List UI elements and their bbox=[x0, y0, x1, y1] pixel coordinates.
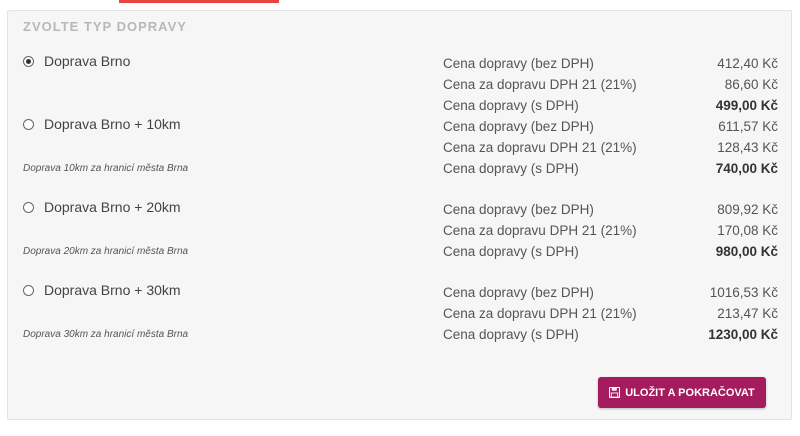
price-breakdown: Cena dopravy (bez DPH) 809,92 Kč Cena za… bbox=[443, 199, 778, 262]
price-label: Cena dopravy (s DPH) bbox=[443, 98, 579, 113]
price-value: 128,43 Kč bbox=[717, 140, 778, 155]
price-label: Cena dopravy (s DPH) bbox=[443, 161, 579, 176]
radio-button[interactable] bbox=[23, 201, 34, 213]
shipping-option-note: Doprava 10km za hranicí města Brna bbox=[23, 163, 189, 174]
price-value: 1016,53 Kč bbox=[709, 285, 778, 300]
shipping-option-label: Doprava Brno + 20km bbox=[44, 199, 181, 215]
price-row: Cena za dopravu DPH 21 (21%) 213,47 Kč bbox=[443, 303, 778, 324]
price-label: Cena za dopravu DPH 21 (21%) bbox=[443, 77, 637, 92]
shipping-option-note: Doprava 30km za hranicí města Brna bbox=[23, 329, 189, 340]
radio-button[interactable] bbox=[23, 118, 34, 130]
save-button-label: ULOŽIT A POKRAČOVAT bbox=[625, 386, 755, 399]
shipping-type-panel: ZVOLTE TYP DOPRAVY Doprava Brno Cena dop… bbox=[7, 10, 792, 420]
shipping-option-label: Doprava Brno bbox=[44, 53, 131, 69]
shipping-option-radio-row[interactable]: Doprava Brno + 20km bbox=[23, 199, 181, 215]
price-label: Cena dopravy (bez DPH) bbox=[443, 56, 594, 71]
price-breakdown: Cena dopravy (bez DPH) 412,40 Kč Cena za… bbox=[443, 53, 778, 116]
price-row-total: Cena dopravy (s DPH) 499,00 Kč bbox=[443, 95, 778, 116]
shipping-option-radio-row[interactable]: Doprava Brno bbox=[23, 53, 130, 69]
shipping-option-note: Doprava 20km za hranicí města Brna bbox=[23, 246, 189, 257]
price-total-value: 499,00 Kč bbox=[715, 98, 778, 113]
price-label: Cena za dopravu DPH 21 (21%) bbox=[443, 306, 637, 321]
price-row: Cena za dopravu DPH 21 (21%) 170,08 Kč bbox=[443, 220, 778, 241]
price-row: Cena dopravy (bez DPH) 1016,53 Kč bbox=[443, 282, 778, 303]
price-label: Cena dopravy (s DPH) bbox=[443, 327, 579, 342]
price-value: 213,47 Kč bbox=[717, 306, 778, 321]
price-breakdown: Cena dopravy (bez DPH) 611,57 Kč Cena za… bbox=[443, 116, 778, 179]
shipping-option-label: Doprava Brno + 30km bbox=[44, 282, 181, 298]
price-label: Cena dopravy (bez DPH) bbox=[443, 202, 594, 217]
shipping-option-radio-row[interactable]: Doprava Brno + 30km bbox=[23, 282, 181, 298]
price-row: Cena dopravy (bez DPH) 809,92 Kč bbox=[443, 199, 778, 220]
price-total-value: 1230,00 Kč bbox=[708, 327, 778, 342]
price-row-total: Cena dopravy (s DPH) 980,00 Kč bbox=[443, 241, 778, 262]
price-row: Cena za dopravu DPH 21 (21%) 86,60 Kč bbox=[443, 74, 778, 95]
top-accent-bar bbox=[119, 0, 279, 3]
price-value: 86,60 Kč bbox=[724, 77, 778, 92]
price-label: Cena za dopravu DPH 21 (21%) bbox=[443, 223, 637, 238]
price-label: Cena dopravy (s DPH) bbox=[443, 244, 579, 259]
price-value: 412,40 Kč bbox=[717, 56, 778, 71]
price-value: 611,57 Kč bbox=[718, 119, 778, 134]
price-value: 170,08 Kč bbox=[717, 223, 778, 238]
price-value: 809,92 Kč bbox=[717, 202, 778, 217]
price-breakdown: Cena dopravy (bez DPH) 1016,53 Kč Cena z… bbox=[443, 282, 778, 345]
price-label: Cena dopravy (bez DPH) bbox=[443, 119, 594, 134]
price-total-value: 980,00 Kč bbox=[715, 244, 778, 259]
price-row: Cena dopravy (bez DPH) 611,57 Kč bbox=[443, 116, 778, 137]
radio-button-checked[interactable] bbox=[23, 55, 34, 67]
price-total-value: 740,00 Kč bbox=[715, 161, 778, 176]
shipping-option-label: Doprava Brno + 10km bbox=[44, 116, 181, 132]
price-label: Cena za dopravu DPH 21 (21%) bbox=[443, 140, 637, 155]
price-row-total: Cena dopravy (s DPH) 740,00 Kč bbox=[443, 158, 778, 179]
radio-button[interactable] bbox=[23, 284, 34, 296]
floppy-disk-icon bbox=[609, 387, 621, 398]
price-row: Cena dopravy (bez DPH) 412,40 Kč bbox=[443, 53, 778, 74]
price-row: Cena za dopravu DPH 21 (21%) 128,43 Kč bbox=[443, 137, 778, 158]
shipping-option-radio-row[interactable]: Doprava Brno + 10km bbox=[23, 116, 181, 132]
save-and-continue-button[interactable]: ULOŽIT A POKRAČOVAT bbox=[598, 377, 766, 408]
price-label: Cena dopravy (bez DPH) bbox=[443, 285, 594, 300]
price-row-total: Cena dopravy (s DPH) 1230,00 Kč bbox=[443, 324, 778, 345]
section-title: ZVOLTE TYP DOPRAVY bbox=[23, 19, 187, 34]
